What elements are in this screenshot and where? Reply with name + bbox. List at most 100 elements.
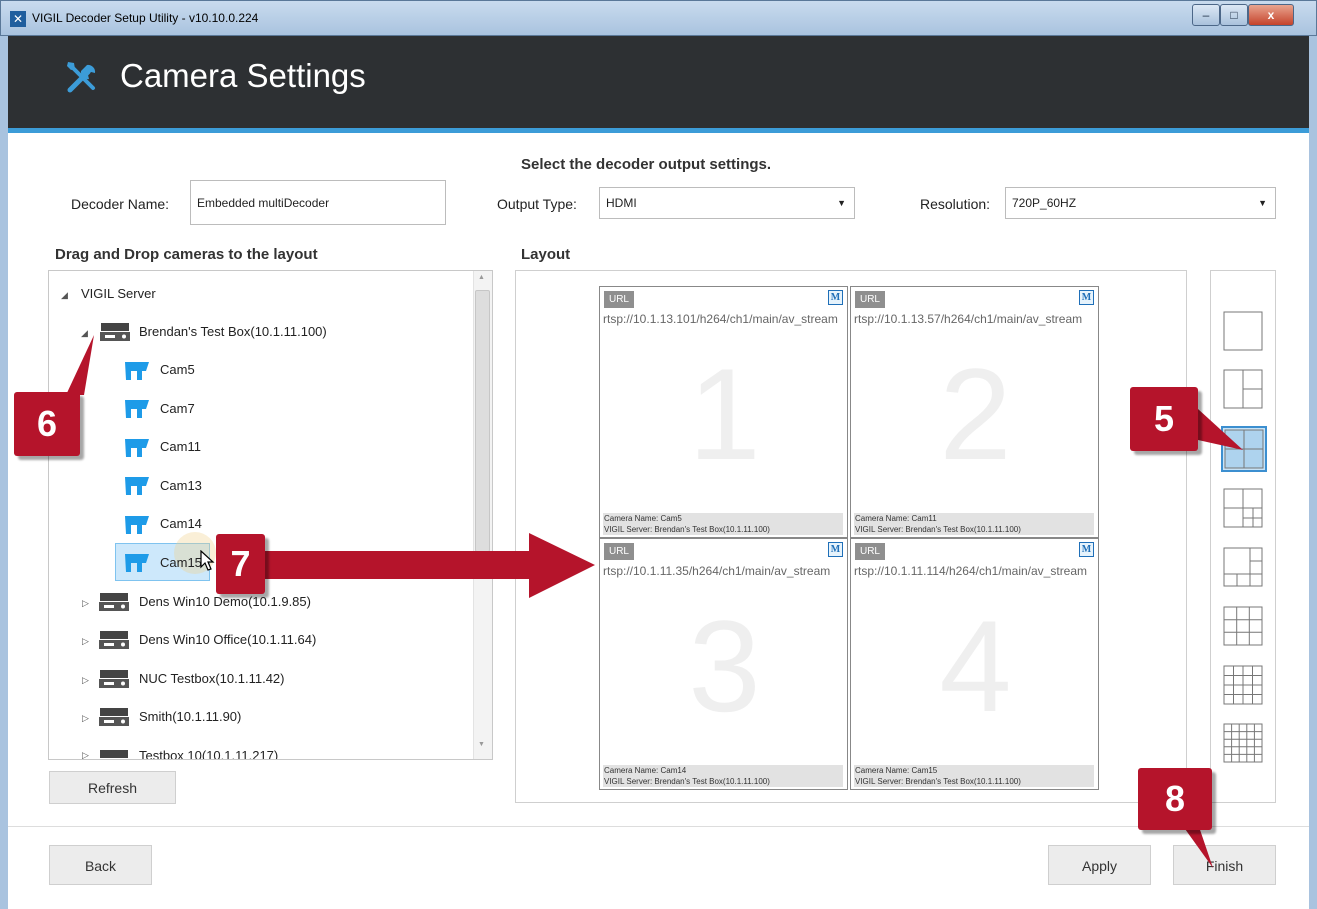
maximize-button[interactable]: □ <box>1220 4 1248 26</box>
layout-1plus1-icon[interactable] <box>1223 369 1263 409</box>
layout-cell-4[interactable]: 4 URL M rtsp://10.1.11.114/h264/ch1/main… <box>850 538 1099 790</box>
expand-icon[interactable]: ▷ <box>82 598 89 609</box>
layout-cell-3[interactable]: 3 URL M rtsp://10.1.11.35/h264/ch1/main/… <box>599 538 848 790</box>
tools-icon <box>67 62 96 93</box>
callout-7: 7 <box>216 534 265 594</box>
m-icon[interactable]: M <box>828 290 843 305</box>
callout-8: 8 <box>1138 768 1212 830</box>
tree-item-camera-selected[interactable]: Cam15 <box>160 551 202 575</box>
cell-url: rtsp://10.1.11.35/h264/ch1/main/av_strea… <box>603 564 831 578</box>
server-icon <box>99 708 129 726</box>
layout-5x5-icon[interactable] <box>1223 723 1263 763</box>
m-icon[interactable]: M <box>1079 290 1094 305</box>
url-badge: URL <box>855 291 885 308</box>
window-title: VIGIL Decoder Setup Utility - v10.10.0.2… <box>32 11 259 25</box>
camera-icon <box>125 477 149 495</box>
collapse-icon[interactable]: ◢ <box>81 328 88 339</box>
scroll-down-icon[interactable]: ▼ <box>478 741 485 748</box>
expand-icon[interactable]: ▷ <box>82 713 89 724</box>
tree-item-camera[interactable]: Cam13 <box>160 474 202 498</box>
app-icon: ✕ <box>10 11 26 27</box>
tree-item-camera[interactable]: Cam11 <box>160 435 201 459</box>
resolution-label: Resolution: <box>920 196 991 212</box>
tree-heading: Drag and Drop cameras to the layout <box>55 246 318 263</box>
layout-1plus3-icon[interactable] <box>1223 488 1263 528</box>
resolution-value: 720P_60HZ <box>1012 196 1077 210</box>
tree-item-server[interactable]: NUC Testbox(10.1.11.42) <box>139 667 284 691</box>
tree-item-server[interactable]: Testbox 10(10.1.11.217) <box>139 744 278 759</box>
tree-item-camera[interactable]: Cam5 <box>160 358 195 382</box>
camera-icon <box>125 362 149 380</box>
resolution-select[interactable]: 720P_60HZ ▼ <box>1005 187 1276 219</box>
camera-icon <box>125 439 149 457</box>
server-icon <box>100 750 128 758</box>
refresh-button[interactable]: Refresh <box>49 771 176 804</box>
layout-3x3-icon[interactable] <box>1223 606 1263 646</box>
apply-button[interactable]: Apply <box>1048 845 1151 885</box>
layout-1plus5-icon[interactable] <box>1223 547 1263 587</box>
page-title: Camera Settings <box>120 57 366 94</box>
layout-cell-2[interactable]: 2 URL M rtsp://10.1.13.57/h264/ch1/main/… <box>850 286 1099 538</box>
server-icon <box>100 323 130 341</box>
server-icon <box>99 593 129 611</box>
decoder-instruction: Select the decoder output settings. <box>521 156 772 173</box>
cell-url: rtsp://10.1.13.101/h264/ch1/main/av_stre… <box>603 312 838 326</box>
tree-clipped-row: ▷ Testbox 10(10.1.11.217) <box>49 744 473 759</box>
tree-root[interactable]: VIGIL Server <box>81 282 156 306</box>
server-icon <box>99 670 129 688</box>
window-frame-left <box>0 36 8 909</box>
layout-cell-1[interactable]: 1 URL M rtsp://10.1.13.101/h264/ch1/main… <box>599 286 848 538</box>
expand-icon[interactable]: ▷ <box>82 636 89 647</box>
back-button[interactable]: Back <box>49 845 152 885</box>
collapse-icon[interactable]: ◢ <box>61 290 68 301</box>
chevron-down-icon: ▼ <box>837 198 846 208</box>
url-badge: URL <box>604 291 634 308</box>
cell-server-name: VIGIL Server: Brendan's Test Box(10.1.11… <box>604 525 770 534</box>
camera-icon <box>125 400 149 418</box>
cell-server-name: VIGIL Server: Brendan's Test Box(10.1.11… <box>855 525 1021 534</box>
m-icon[interactable]: M <box>1079 542 1094 557</box>
header-accent-line <box>8 128 1309 133</box>
camera-icon <box>125 554 149 572</box>
layout-2x2-icon-selected[interactable] <box>1221 426 1267 472</box>
tree-item-server[interactable]: Brendan's Test Box(10.1.11.100) <box>139 320 327 344</box>
cell-number: 2 <box>939 341 1012 487</box>
url-badge: URL <box>855 543 885 560</box>
footer-separator <box>8 826 1309 827</box>
cell-server-name: VIGIL Server: Brendan's Test Box(10.1.11… <box>604 777 770 786</box>
server-icon <box>99 631 129 649</box>
tree-item-server[interactable]: Smith(10.1.11.90) <box>139 705 241 729</box>
mouse-cursor-icon <box>200 550 215 571</box>
cell-camera-name: Camera Name: Cam11 <box>855 514 937 523</box>
decoder-name-label: Decoder Name: <box>71 196 170 212</box>
url-badge: URL <box>604 543 634 560</box>
window-frame-right <box>1309 36 1317 909</box>
layout-4x4-icon[interactable] <box>1223 665 1263 705</box>
cell-server-name: VIGIL Server: Brendan's Test Box(10.1.11… <box>855 777 1021 786</box>
output-type-value: HDMI <box>606 196 637 210</box>
close-button[interactable]: x <box>1248 4 1294 26</box>
finish-button[interactable]: Finish <box>1173 845 1276 885</box>
tree-item-camera[interactable]: Cam7 <box>160 397 195 421</box>
callout-5: 5 <box>1130 387 1198 451</box>
cell-number: 3 <box>688 593 761 739</box>
layout-1x1-icon[interactable] <box>1223 311 1263 351</box>
expand-icon[interactable]: ▷ <box>82 675 89 686</box>
cell-camera-name: Camera Name: Cam5 <box>604 514 682 523</box>
tree-item-camera[interactable]: Cam14 <box>160 512 202 536</box>
cell-camera-name: Camera Name: Cam14 <box>604 766 687 775</box>
tree-item-server[interactable]: Dens Win10 Office(10.1.11.64) <box>139 628 316 652</box>
tree-scroll-thumb[interactable] <box>475 290 490 552</box>
output-type-select[interactable]: HDMI ▼ <box>599 187 855 219</box>
scroll-up-icon[interactable]: ▲ <box>478 274 485 281</box>
cell-number: 1 <box>688 341 761 487</box>
decoder-name-input[interactable]: Embedded multiDecoder <box>190 180 446 225</box>
layout-heading: Layout <box>521 246 571 263</box>
callout-6: 6 <box>14 392 80 456</box>
m-icon[interactable]: M <box>828 542 843 557</box>
expand-icon[interactable]: ▷ <box>82 750 89 759</box>
minimize-button[interactable]: – <box>1192 4 1220 26</box>
camera-icon <box>125 516 149 534</box>
cell-info: Camera Name: Cam5 VIGIL Server: Brendan'… <box>603 513 843 535</box>
cell-number: 4 <box>939 593 1012 739</box>
